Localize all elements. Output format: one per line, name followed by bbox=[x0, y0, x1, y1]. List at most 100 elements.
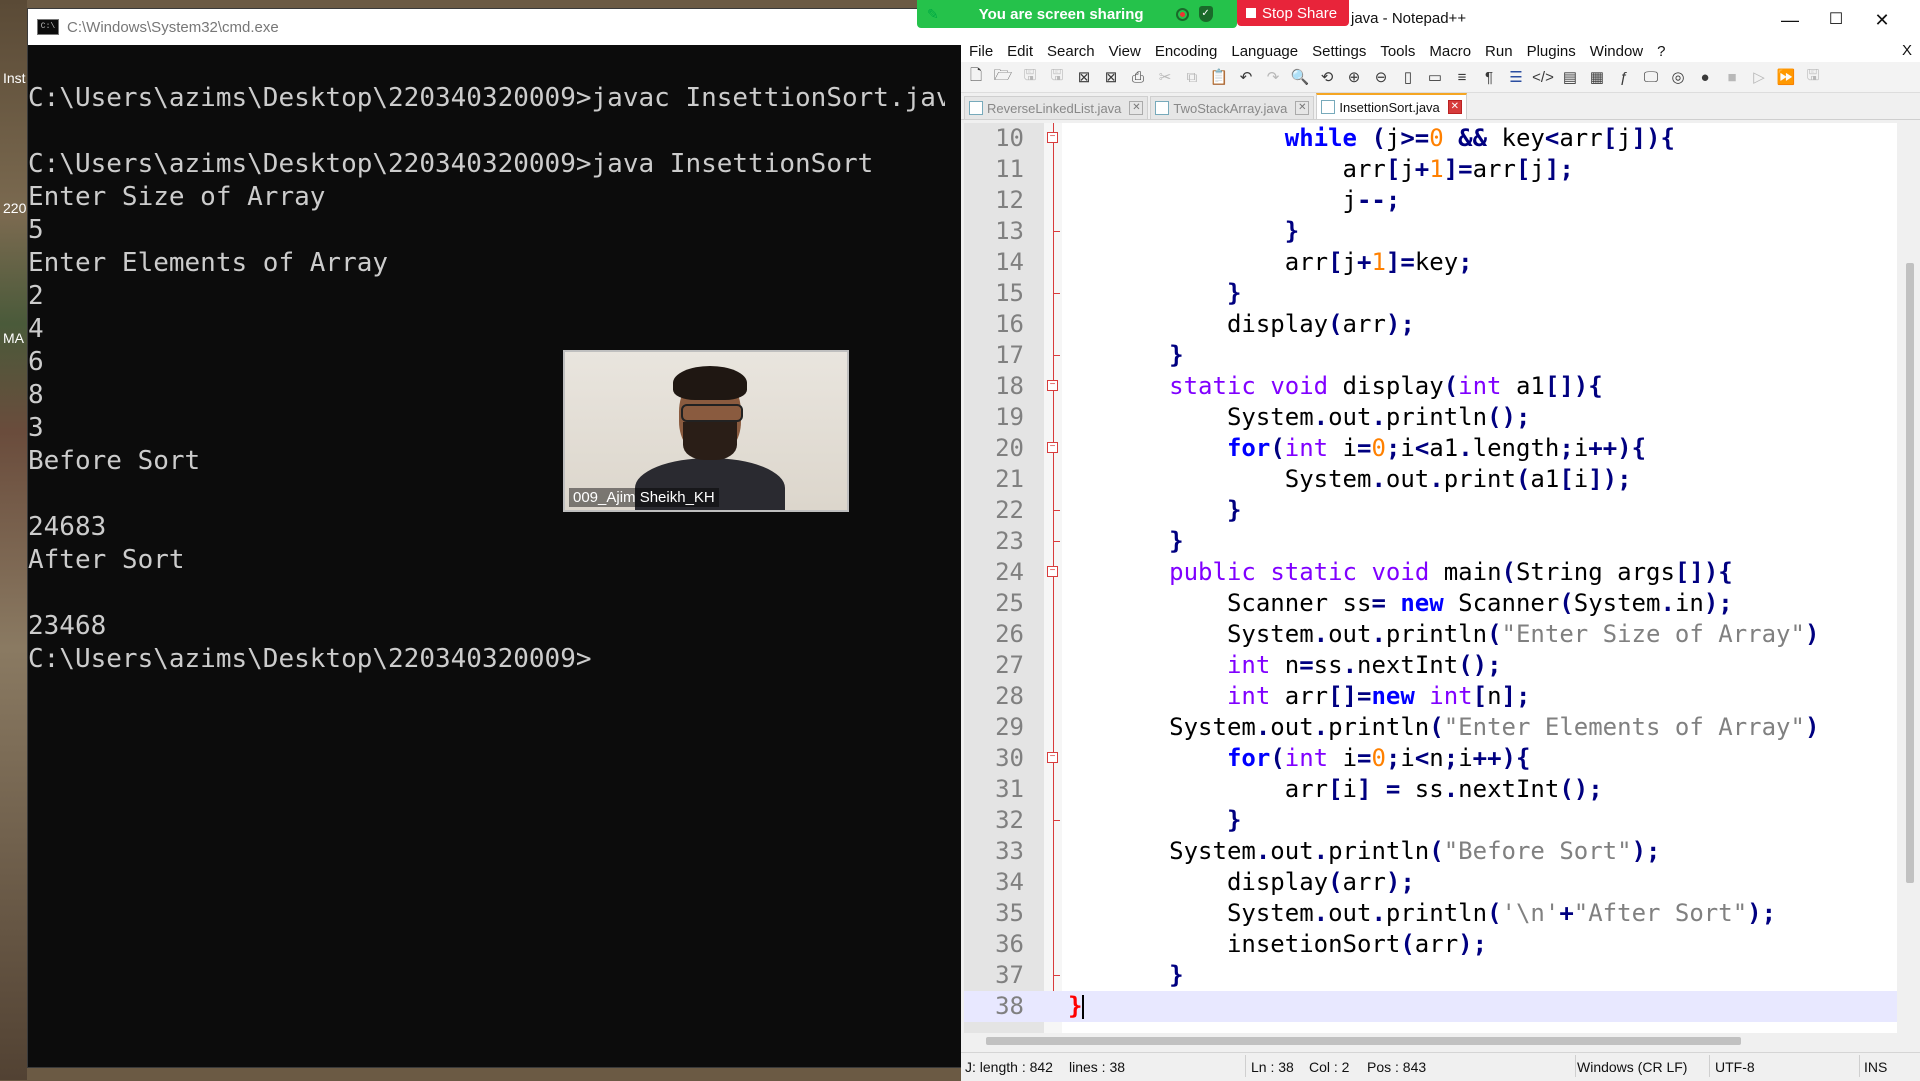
code-line[interactable]: j--; bbox=[964, 185, 1897, 216]
close-button[interactable]: ✕ bbox=[1859, 6, 1905, 34]
menu-encoding[interactable]: Encoding bbox=[1148, 43, 1225, 60]
code-line[interactable]: while (j>=0 && key<arr[j]){ bbox=[964, 123, 1897, 154]
code-line[interactable]: arr[j+1]=arr[j]; bbox=[964, 154, 1897, 185]
code-line[interactable]: for(int i=0;i<a1.length;i++){ bbox=[964, 433, 1897, 464]
run-macro-multiple-icon[interactable]: ⏩ bbox=[1775, 66, 1797, 88]
status-eol[interactable]: Windows (CR LF) bbox=[1577, 1059, 1687, 1075]
stop-macro-icon[interactable]: ■ bbox=[1721, 66, 1743, 88]
cmd-window[interactable]: C:\ C:\Windows\System32\cmd.exe C:\Users… bbox=[27, 8, 967, 1068]
menu-tools[interactable]: Tools bbox=[1373, 43, 1422, 60]
indent-guide-icon[interactable]: ☰ bbox=[1505, 66, 1527, 88]
editor-horizontal-scrollbar[interactable] bbox=[964, 1033, 1897, 1049]
save-macro-icon[interactable]: 🖫 bbox=[1802, 66, 1824, 88]
code-line[interactable]: System.out.println("Enter Size of Array"… bbox=[964, 619, 1897, 650]
cmd-titlebar[interactable]: C:\ C:\Windows\System32\cmd.exe bbox=[28, 9, 961, 45]
scrollbar-thumb[interactable] bbox=[1906, 263, 1914, 883]
record-macro-icon[interactable]: ● bbox=[1694, 66, 1716, 88]
code-line[interactable]: System.out.println("Before Sort"); bbox=[964, 836, 1897, 867]
fold-toggle-icon[interactable]: − bbox=[1047, 752, 1058, 763]
code-line[interactable]: } bbox=[964, 960, 1897, 991]
menu-settings[interactable]: Settings bbox=[1305, 43, 1373, 60]
code-editor[interactable]: while (j>=0 && key<arr[j]){ arr[j+1]=arr… bbox=[964, 123, 1897, 1033]
screen-share-bar[interactable]: ✎ You are screen sharing ✓ bbox=[917, 0, 1237, 28]
new-file-icon[interactable]: 🗋 bbox=[965, 66, 987, 88]
doc-list-icon[interactable]: ▦ bbox=[1586, 66, 1608, 88]
code-line[interactable]: public static void main(String args[]){ bbox=[964, 557, 1897, 588]
redo-icon[interactable]: ↷ bbox=[1262, 66, 1284, 88]
folder-workspace-icon[interactable]: ◎ bbox=[1667, 66, 1689, 88]
editor-vertical-scrollbar[interactable] bbox=[1902, 123, 1918, 1033]
menu-plugins[interactable]: Plugins bbox=[1520, 43, 1583, 60]
code-line[interactable]: for(int i=0;i<n;i++){ bbox=[964, 743, 1897, 774]
notepadpp-window[interactable]: java - Notepad++ — ☐ ✕ File Edit Search … bbox=[961, 0, 1920, 1081]
close-file-icon[interactable]: ⊠ bbox=[1073, 66, 1095, 88]
fold-toggle-icon[interactable]: − bbox=[1047, 132, 1058, 143]
find-icon[interactable]: 🔍 bbox=[1289, 66, 1311, 88]
code-line[interactable]: System.out.print(a1[i]); bbox=[964, 464, 1897, 495]
replace-icon[interactable]: ⟲ bbox=[1316, 66, 1338, 88]
code-line[interactable]: } bbox=[964, 278, 1897, 309]
menu-file[interactable]: File bbox=[961, 43, 1000, 60]
menu-run[interactable]: Run bbox=[1478, 43, 1520, 60]
maximize-button[interactable]: ☐ bbox=[1813, 6, 1859, 34]
fold-toggle-icon[interactable]: − bbox=[1047, 566, 1058, 577]
code-line[interactable]: System.out.println('\n'+"After Sort"); bbox=[964, 898, 1897, 929]
document-map-icon[interactable]: ▤ bbox=[1559, 66, 1581, 88]
code-line[interactable]: arr[i] = ss.nextInt(); bbox=[964, 774, 1897, 805]
minimize-button[interactable]: — bbox=[1767, 6, 1813, 34]
word-wrap-icon[interactable]: ≡ bbox=[1451, 66, 1473, 88]
close-all-icon[interactable]: ⊠ bbox=[1100, 66, 1122, 88]
function-list-icon[interactable]: ƒ bbox=[1613, 66, 1635, 88]
paste-icon[interactable]: 📋 bbox=[1208, 66, 1230, 88]
code-line[interactable]: } bbox=[964, 340, 1897, 371]
code-line-current[interactable]: } bbox=[964, 991, 1897, 1022]
code-line[interactable]: System.out.println("Enter Elements of Ar… bbox=[964, 712, 1897, 743]
close-tab-icon[interactable]: ✕ bbox=[1129, 101, 1144, 115]
undo-icon[interactable]: ↶ bbox=[1235, 66, 1257, 88]
xml-tag-icon[interactable]: </> bbox=[1532, 66, 1554, 88]
fold-toggle-icon[interactable]: − bbox=[1047, 442, 1058, 453]
zoom-in-icon[interactable]: ⊕ bbox=[1343, 66, 1365, 88]
code-line[interactable]: } bbox=[964, 495, 1897, 526]
menu-macro[interactable]: Macro bbox=[1422, 43, 1478, 60]
fold-toggle-icon[interactable]: − bbox=[1047, 380, 1058, 391]
sync-horizontal-icon[interactable]: ▭ bbox=[1424, 66, 1446, 88]
zoom-out-icon[interactable]: ⊖ bbox=[1370, 66, 1392, 88]
code-line[interactable]: Scanner ss= new Scanner(System.in); bbox=[964, 588, 1897, 619]
open-file-icon[interactable]: 🗁 bbox=[992, 66, 1014, 88]
code-line[interactable]: display(arr); bbox=[964, 309, 1897, 340]
code-line[interactable]: static void display(int a1[]){ bbox=[964, 371, 1897, 402]
code-line[interactable]: int arr[]=new int[n]; bbox=[964, 681, 1897, 712]
scrollbar-thumb[interactable] bbox=[986, 1037, 1741, 1045]
menu-edit[interactable]: Edit bbox=[1000, 43, 1040, 60]
status-encoding[interactable]: UTF-8 bbox=[1715, 1059, 1755, 1075]
code-line[interactable]: int n=ss.nextInt(); bbox=[964, 650, 1897, 681]
code-line[interactable]: System.out.println(); bbox=[964, 402, 1897, 433]
menu-view[interactable]: View bbox=[1102, 43, 1148, 60]
code-line[interactable]: } bbox=[964, 526, 1897, 557]
code-line[interactable]: arr[j+1]=key; bbox=[964, 247, 1897, 278]
cmd-prompt[interactable]: C:\Users\azims\Desktop\220340320009> bbox=[28, 643, 961, 676]
close-tab-icon[interactable]: ✕ bbox=[1295, 101, 1310, 115]
annotate-pen-icon[interactable]: ✎ bbox=[927, 6, 939, 23]
code-line[interactable]: } bbox=[964, 805, 1897, 836]
menu-language[interactable]: Language bbox=[1224, 43, 1305, 60]
cmd-scrollbar[interactable] bbox=[945, 45, 961, 1067]
tab-twostackarray[interactable]: TwoStackArray.java ✕ bbox=[1150, 96, 1315, 119]
code-line[interactable]: } bbox=[964, 216, 1897, 247]
stop-share-button[interactable]: Stop Share bbox=[1237, 0, 1349, 26]
save-all-icon[interactable]: 🖫 bbox=[1046, 66, 1068, 88]
print-icon[interactable]: ⎙ bbox=[1127, 66, 1149, 88]
code-line[interactable]: insetionSort(arr); bbox=[964, 929, 1897, 960]
copy-icon[interactable]: ⧉ bbox=[1181, 66, 1203, 88]
cut-icon[interactable]: ✂ bbox=[1154, 66, 1176, 88]
code-line[interactable]: display(arr); bbox=[964, 867, 1897, 898]
show-all-chars-icon[interactable]: ¶ bbox=[1478, 66, 1500, 88]
participant-video[interactable]: 009_Ajim Sheikh_KH bbox=[563, 350, 849, 512]
menu-search[interactable]: Search bbox=[1040, 43, 1102, 60]
tab-insettionsort[interactable]: InsettionSort.java ✕ bbox=[1316, 93, 1467, 119]
play-macro-icon[interactable]: ▷ bbox=[1748, 66, 1770, 88]
menu-window[interactable]: Window bbox=[1583, 43, 1650, 60]
sync-vertical-icon[interactable]: ▯ bbox=[1397, 66, 1419, 88]
monitor-icon[interactable]: 🖵 bbox=[1640, 66, 1662, 88]
